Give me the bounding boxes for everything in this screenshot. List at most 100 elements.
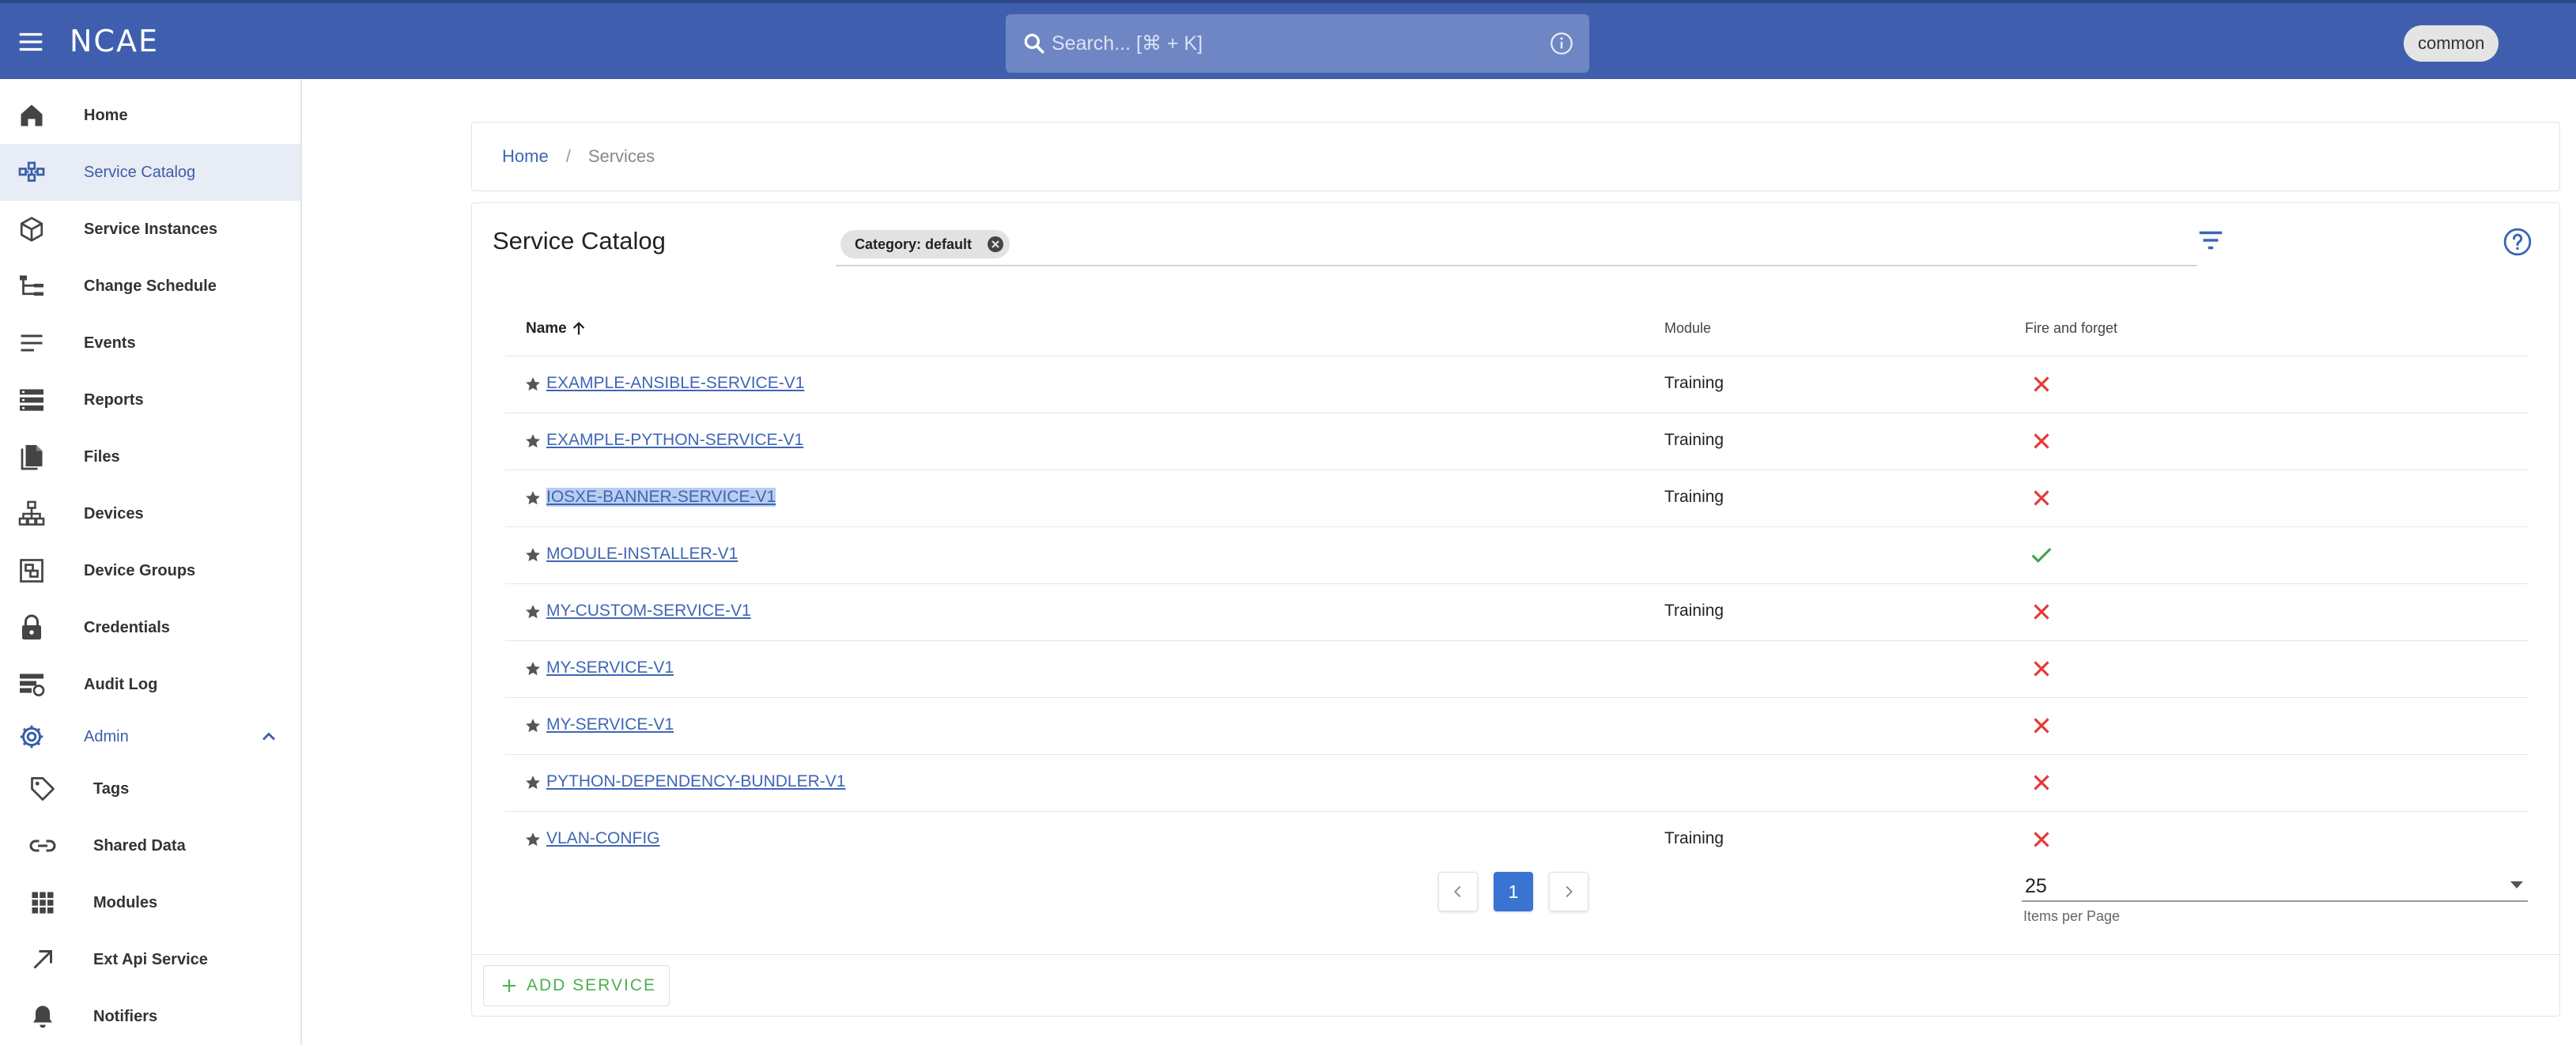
sidebar-item-audit-log[interactable]: Audit Log	[0, 656, 300, 713]
sidebar-item-label: Notifiers	[93, 1007, 158, 1025]
service-catalog-card: Service Catalog Category: default Name M…	[471, 202, 2560, 1017]
breadcrumb-home-link[interactable]: Home	[502, 146, 549, 167]
service-name-link[interactable]: VLAN-CONFIG	[546, 829, 660, 848]
column-header-name[interactable]: Name	[526, 320, 587, 338]
column-header-fire-and-forget[interactable]: Fire and forget	[2025, 320, 2117, 337]
search-input[interactable]	[1052, 14, 1518, 73]
table-row: MY-SERVICE-V1	[505, 641, 2528, 698]
add-service-button[interactable]: ADD SERVICE	[483, 965, 670, 1006]
table-row: EXAMPLE-PYTHON-SERVICE-V1 Training	[505, 413, 2528, 470]
sidebar-item-service-instances[interactable]: Service Instances	[0, 201, 300, 258]
help-icon[interactable]	[2502, 227, 2533, 257]
column-header-label: Name	[526, 320, 567, 337]
table-row: PYTHON-DEPENDENCY-BUNDLER-V1	[505, 755, 2528, 812]
sidebar-item-modules[interactable]: Modules	[0, 874, 300, 931]
service-name-link[interactable]: EXAMPLE-ANSIBLE-SERVICE-V1	[546, 374, 804, 393]
sidebar-item-change-schedule[interactable]: Change Schedule	[0, 258, 300, 315]
star-icon[interactable]	[524, 717, 542, 734]
sidebar-item-files[interactable]: Files	[0, 428, 300, 485]
previous-page-button[interactable]	[1438, 872, 1478, 911]
sidebar-item-service-catalog[interactable]: Service Catalog	[0, 144, 300, 201]
page-1-button[interactable]: 1	[1494, 872, 1533, 911]
star-icon[interactable]	[524, 432, 542, 450]
next-page-button[interactable]	[1549, 872, 1588, 911]
tag-icon	[31, 777, 55, 801]
audit-log-icon	[20, 673, 45, 696]
info-icon[interactable]	[1548, 30, 1575, 57]
sidebar-item-reports[interactable]: Reports	[0, 372, 300, 428]
check-icon	[2031, 548, 2052, 563]
items-per-page-label: Items per Page	[2023, 908, 2121, 924]
hamburger-menu-icon[interactable]	[16, 27, 46, 57]
star-icon[interactable]	[524, 831, 542, 848]
module-cell: Training	[1664, 488, 1724, 506]
sidebar-item-admin[interactable]: Admin	[0, 708, 300, 765]
sidebar-item-label: Admin	[84, 727, 129, 745]
sidebar-item-home[interactable]: Home	[0, 87, 300, 144]
service-name-link[interactable]: MY-SERVICE-V1	[546, 715, 674, 734]
chevron-right-icon	[1566, 885, 1573, 898]
service-name-link[interactable]: MY-CUSTOM-SERVICE-V1	[546, 602, 751, 621]
star-icon[interactable]	[524, 546, 542, 564]
star-icon[interactable]	[524, 774, 542, 791]
card-divider	[472, 954, 2559, 955]
link-icon	[29, 839, 56, 852]
table-row: IOSXE-BANNER-SERVICE-V1 Training	[505, 470, 2528, 527]
chevron-up-icon[interactable]	[258, 726, 280, 748]
gear-icon	[20, 725, 43, 749]
file-icon	[21, 445, 43, 470]
service-name-link[interactable]: EXAMPLE-PYTHON-SERVICE-V1	[546, 431, 803, 450]
table-body: EXAMPLE-ANSIBLE-SERVICE-V1 Training EXAMPL…	[505, 357, 2528, 869]
table-header: Name Module Fire and forget	[505, 300, 2528, 357]
sidebar-item-label: Events	[84, 334, 136, 352]
sidebar-item-label: Credentials	[84, 618, 170, 636]
sidebar-item-ext-api-service[interactable]: Ext Api Service	[0, 931, 300, 988]
close-circle-icon[interactable]	[986, 235, 1005, 254]
close-icon	[2034, 604, 2049, 620]
module-cell: Training	[1664, 374, 1724, 392]
star-icon[interactable]	[524, 603, 542, 621]
column-header-module[interactable]: Module	[1664, 320, 1711, 337]
sidebar-item-label: Files	[84, 447, 120, 466]
network-icon	[18, 500, 45, 526]
category-filter-chip[interactable]: Category: default	[840, 230, 1010, 258]
services-table: Name Module Fire and forget EXAMPLE-ANSI…	[505, 300, 2528, 869]
sidebar-item-label: Device Groups	[84, 561, 196, 579]
service-name-link[interactable]: PYTHON-DEPENDENCY-BUNDLER-V1	[546, 772, 845, 791]
sidebar-item-tags[interactable]: Tags	[0, 760, 300, 817]
sidebar-item-devices[interactable]: Devices	[0, 485, 300, 542]
sidebar: Home Service Catalog Service Instances C…	[0, 79, 302, 1045]
module-cell: Training	[1664, 602, 1724, 620]
sidebar-item-credentials[interactable]: Credentials	[0, 599, 300, 656]
sidebar-item-label: Devices	[84, 504, 144, 522]
items-per-page-value[interactable]: 25	[2022, 870, 2528, 902]
close-icon	[2034, 661, 2049, 677]
filter-field[interactable]: Category: default	[836, 225, 2197, 266]
star-icon[interactable]	[524, 375, 542, 393]
table-row: EXAMPLE-ANSIBLE-SERVICE-V1 Training	[505, 357, 2528, 413]
close-icon	[2034, 718, 2049, 734]
service-name-link[interactable]: IOSXE-BANNER-SERVICE-V1	[546, 488, 776, 507]
page-title: Service Catalog	[493, 227, 666, 255]
star-icon[interactable]	[524, 660, 542, 677]
user-menu-chip[interactable]: common	[2404, 25, 2499, 62]
app-logo[interactable]: NCAE	[70, 23, 159, 59]
sidebar-item-label: Modules	[93, 893, 158, 911]
logo-text: NCAE	[70, 24, 159, 58]
items-per-page-text: 25	[2025, 875, 2047, 897]
grid-icon	[32, 892, 54, 914]
lines-icon	[21, 334, 43, 352]
filter-icon[interactable]	[2196, 225, 2226, 255]
filter-chip-label: Category: default	[855, 236, 973, 252]
items-per-page-select[interactable]: 25 Items per Page	[2022, 870, 2528, 925]
search-bar[interactable]	[1006, 14, 1589, 73]
sidebar-item-events[interactable]: Events	[0, 315, 300, 372]
service-name-link[interactable]: MODULE-INSTALLER-V1	[546, 545, 738, 564]
schedule-tree-icon	[20, 275, 43, 296]
sidebar-item-notifiers[interactable]: Notifiers	[0, 988, 300, 1045]
device-groups-icon	[20, 559, 43, 583]
star-icon[interactable]	[524, 489, 542, 507]
service-name-link[interactable]: MY-SERVICE-V1	[546, 658, 674, 677]
sidebar-item-shared-data[interactable]: Shared Data	[0, 817, 300, 874]
sidebar-item-device-groups[interactable]: Device Groups	[0, 542, 300, 599]
